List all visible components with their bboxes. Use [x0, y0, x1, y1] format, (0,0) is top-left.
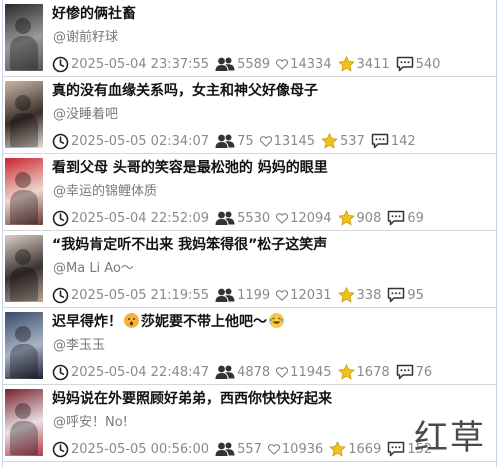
video-stats: 2025-05-04 23:37:55 5589 14334 3411 540 [52, 55, 446, 73]
video-list-item[interactable]: 好惨的俩社畜 @谢前籽球 2025-05-04 23:37:55 5589 14334 3… [3, 1, 496, 77]
video-list-item[interactable]: 看到父母 头哥的笑容是最松弛的 妈妈的眼里 @幸运的锦鲤体质 2025-05-04 … [3, 155, 496, 231]
like-count: 14334 [290, 56, 332, 72]
publish-date: 2025-05-05 21:19:55 [71, 287, 210, 303]
video-thumbnail[interactable] [5, 81, 43, 148]
star-icon [337, 56, 355, 72]
people-icon [215, 364, 235, 380]
comment-count: 540 [415, 56, 441, 72]
favorite-count: 1669 [348, 441, 382, 457]
clock-icon [52, 210, 69, 227]
heart-icon [267, 443, 280, 455]
comment-icon [387, 210, 405, 226]
video-author[interactable]: @没睡着吧 [53, 106, 118, 124]
comment-count: 142 [390, 133, 416, 149]
video-list-item[interactable]: “我妈肯定听不出来 我妈笨得很”松子这笑声 @Ma Li Ao～ 2025-05-0… [3, 232, 496, 308]
clock-icon [52, 56, 69, 73]
publish-date: 2025-05-04 23:37:55 [71, 56, 210, 72]
heart-icon [276, 289, 289, 301]
view-count: 5530 [237, 210, 271, 226]
comment-count: 69 [407, 210, 424, 226]
like-count: 12031 [290, 287, 332, 303]
clock-icon [52, 364, 69, 381]
video-list: 好惨的俩社畜 @谢前籽球 2025-05-04 23:37:55 5589 14334 3… [2, 0, 497, 467]
video-title[interactable]: 迟早得炸！ 莎妮要不带上他吧～ [52, 312, 492, 332]
people-icon [215, 56, 235, 72]
video-stats: 2025-05-05 02:34:07 75 13145 537 142 [52, 132, 422, 150]
people-icon [215, 210, 235, 226]
view-count: 557 [237, 441, 262, 457]
watermark-text: 红草 [414, 418, 486, 458]
heart-icon [276, 366, 289, 378]
video-title[interactable]: “我妈肯定听不出来 我妈笨得很”松子这笑声 [52, 235, 492, 255]
video-title-part: 莎妮要不带上他吧～ [141, 314, 267, 330]
comment-icon [387, 287, 405, 303]
like-count: 11945 [290, 364, 332, 380]
star-icon [321, 133, 338, 149]
view-count: 1199 [237, 287, 271, 303]
favorite-count: 3411 [356, 56, 390, 72]
publish-date: 2025-05-04 22:52:09 [71, 210, 210, 226]
view-count: 5589 [237, 56, 271, 72]
worried-face-emoji-icon [124, 313, 139, 328]
heart-icon [276, 58, 289, 70]
video-thumbnail[interactable] [5, 235, 43, 302]
clock-icon [52, 133, 69, 150]
video-thumbnail[interactable] [5, 312, 43, 379]
publish-date: 2025-05-05 02:34:07 [71, 133, 210, 149]
video-title[interactable]: 真的没有血缘关系吗，女主和神父好像母子 [52, 81, 492, 101]
video-title[interactable]: 好惨的俩社畜 [52, 4, 492, 24]
video-thumbnail[interactable] [5, 158, 43, 225]
publish-date: 2025-05-04 22:48:47 [71, 364, 210, 380]
video-author[interactable]: @呼安！No! [53, 414, 128, 432]
comment-count: 76 [415, 364, 433, 380]
people-icon [215, 441, 235, 457]
clock-icon [52, 287, 69, 304]
comment-icon [387, 441, 405, 457]
video-thumbnail[interactable] [5, 4, 43, 71]
star-icon [337, 287, 355, 303]
heart-icon [276, 212, 289, 224]
video-author[interactable]: @谢前籽球 [53, 29, 118, 47]
video-stats: 2025-05-04 22:48:47 4878 11945 1678 76 [52, 363, 438, 381]
star-icon [329, 441, 347, 457]
people-icon [215, 287, 235, 303]
comment-icon [396, 56, 414, 72]
laughing-face-emoji-icon [269, 313, 284, 328]
comment-count: 95 [407, 287, 424, 303]
video-title[interactable]: 妈妈说在外要照顾好弟弟，西西你快快好起来 [52, 389, 492, 409]
video-author[interactable]: @李玉玉 [53, 337, 105, 355]
video-stats: 2025-05-05 21:19:55 1199 12031 338 95 [52, 286, 430, 304]
favorite-count: 1678 [356, 364, 390, 380]
video-author[interactable]: @幸运的锦鲤体质 [53, 183, 157, 201]
view-count: 75 [237, 133, 254, 149]
like-count: 13145 [273, 133, 315, 149]
video-stats: 2025-05-05 00:56:00 557 10936 1669 152 [52, 440, 438, 458]
video-list-item[interactable]: 迟早得炸！ 莎妮要不带上他吧～ @李玉玉 2025-05-04 22:48:47 487… [3, 309, 496, 385]
like-count: 12094 [290, 210, 332, 226]
people-icon [215, 133, 235, 149]
video-thumbnail[interactable] [5, 389, 43, 456]
comment-icon [371, 133, 389, 149]
comment-icon [396, 364, 414, 380]
clock-icon [52, 441, 69, 458]
heart-icon [259, 135, 272, 147]
video-list-item[interactable]: 真的没有血缘关系吗，女主和神父好像母子 @没睡着吧 2025-05-05 02:34… [3, 78, 496, 154]
favorite-count: 338 [356, 287, 382, 303]
favorite-count: 908 [356, 210, 382, 226]
view-count: 4878 [237, 364, 271, 380]
favorite-count: 537 [339, 133, 365, 149]
video-author[interactable]: @Ma Li Ao～ [53, 260, 134, 278]
star-icon [337, 210, 355, 226]
star-icon [337, 364, 355, 380]
like-count: 10936 [281, 441, 324, 457]
video-title[interactable]: 看到父母 头哥的笑容是最松弛的 妈妈的眼里 [52, 158, 492, 178]
video-stats: 2025-05-04 22:52:09 5530 12094 908 69 [52, 209, 430, 227]
publish-date: 2025-05-05 00:56:00 [71, 441, 210, 457]
video-title-part: 迟早得炸！ [52, 314, 122, 330]
